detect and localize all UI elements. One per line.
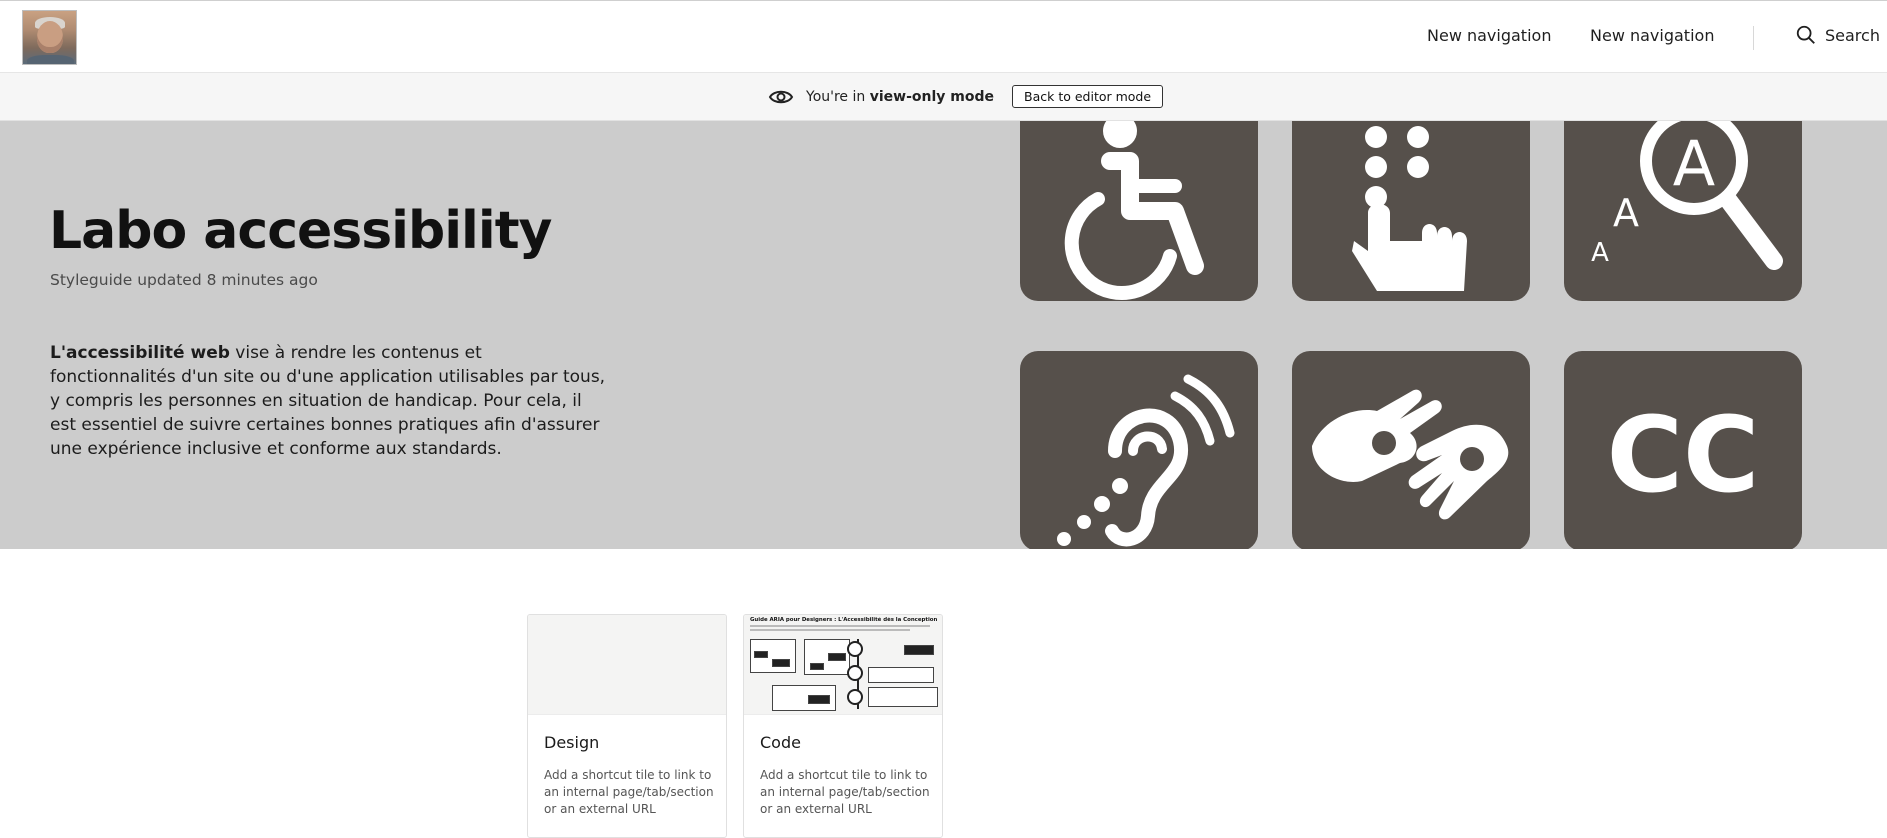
shortcut-card-code[interactable]: Guide ARIA pour Designers : L'Accessibil…	[743, 614, 943, 838]
shortcut-card-design[interactable]: Design Add a shortcut tile to link to an…	[527, 614, 727, 838]
search-icon	[1796, 25, 1815, 44]
nav-item-2[interactable]: New navigation	[1590, 26, 1714, 45]
svg-text:A: A	[1591, 238, 1609, 268]
card-title: Code	[760, 733, 801, 752]
styleguide-updated: Styleguide updated 8 minutes ago	[50, 271, 318, 289]
svg-text:CC: CC	[1607, 394, 1760, 516]
thumb-title: Guide ARIA pour Designers : L'Accessibil…	[750, 617, 938, 623]
hero-banner: Labo accessibility Styleguide updated 8 …	[0, 121, 1887, 549]
page-title: Labo accessibility	[49, 201, 552, 261]
hero-description: L'accessibilité web vise à rendre les co…	[50, 343, 606, 459]
search-button[interactable]: Search	[1795, 24, 1880, 46]
sign-language-icon	[1312, 389, 1509, 520]
view-only-bar: You're in view-only mode Back to editor …	[0, 73, 1887, 121]
svg-text:A: A	[1613, 191, 1639, 235]
sign-language-tile	[1292, 351, 1530, 549]
hearing-tile	[1020, 351, 1258, 549]
nav-item-1[interactable]: New navigation	[1427, 26, 1551, 45]
closed-captions-tile: CC	[1564, 351, 1802, 549]
low-vision-tile: A A A	[1564, 121, 1802, 301]
back-to-editor-button[interactable]: Back to editor mode	[1012, 85, 1164, 108]
eye-icon	[768, 90, 794, 103]
top-bar: New navigation New navigation Search	[0, 0, 1887, 73]
card-thumbnail-aria-guide: Guide ARIA pour Designers : L'Accessibil…	[744, 615, 942, 715]
wheelchair-icon	[1064, 121, 1204, 300]
card-description: Add a shortcut tile to link to an intern…	[544, 768, 714, 816]
card-description: Add a shortcut tile to link to an intern…	[760, 768, 930, 816]
hearing-assist-icon	[1057, 374, 1235, 547]
closed-captions-icon: CC	[1607, 394, 1760, 516]
avatar[interactable]	[22, 10, 77, 65]
low-vision-magnifier-icon: A A A	[1591, 121, 1783, 270]
card-thumbnail-empty	[528, 615, 726, 715]
nav-divider	[1753, 26, 1754, 50]
view-mode-text: You're in view-only mode	[806, 88, 994, 105]
braille-tile	[1292, 121, 1530, 301]
card-title: Design	[544, 733, 600, 752]
braille-touch-icon	[1352, 126, 1467, 291]
wheelchair-tile	[1020, 121, 1258, 301]
svg-text:A: A	[1673, 127, 1715, 200]
search-label: Search	[1825, 25, 1880, 45]
